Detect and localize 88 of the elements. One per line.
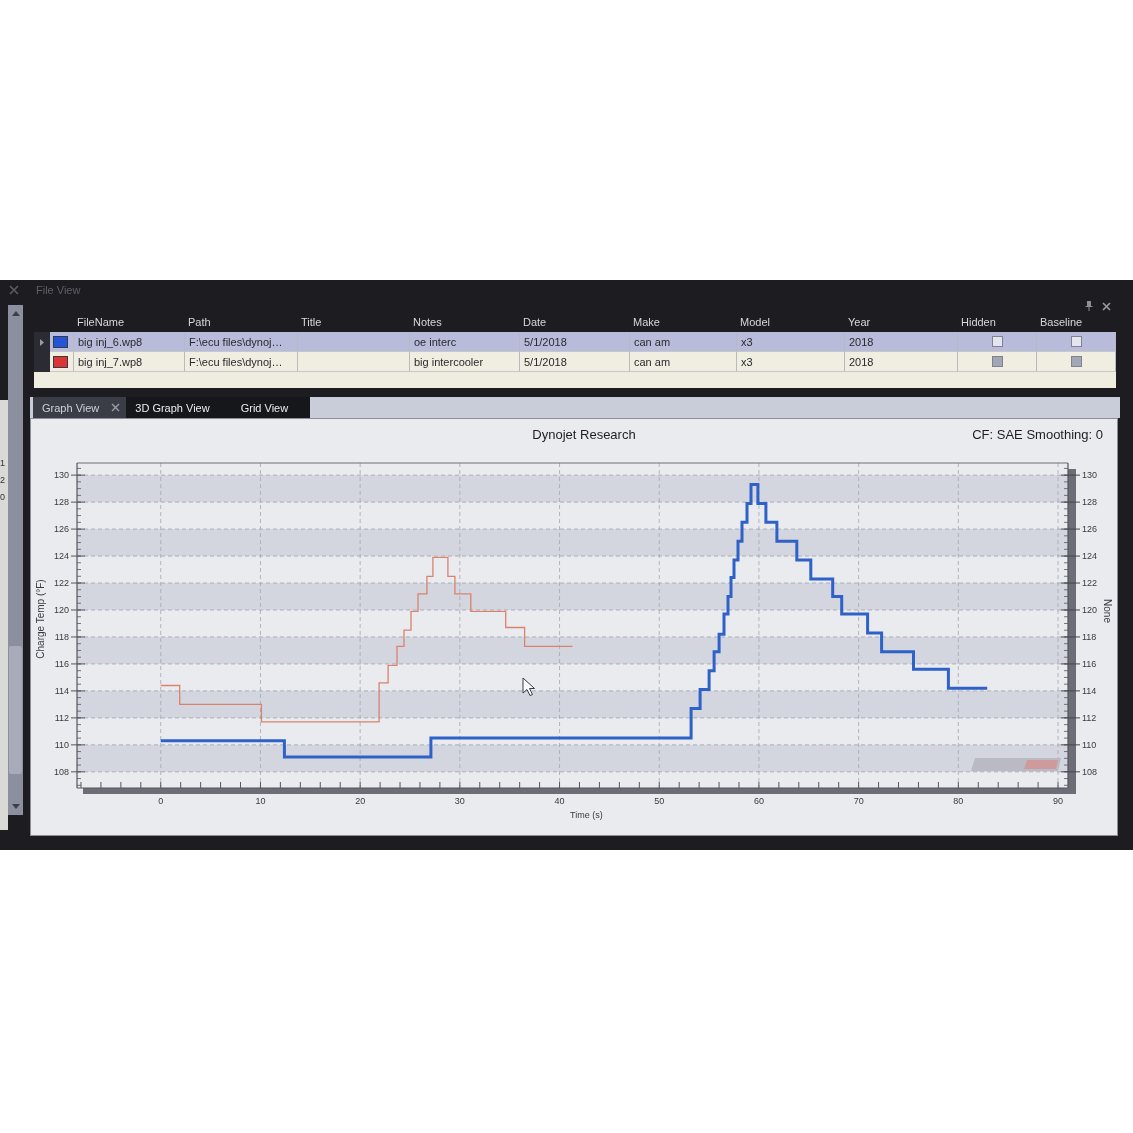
column-header[interactable]: Hidden [958,316,1037,328]
close-icon[interactable] [1102,301,1111,311]
row-header[interactable] [34,332,50,352]
panel-text: 0 [0,491,6,504]
table-cell: x3 [741,355,753,368]
pin-icon[interactable] [1085,301,1093,311]
axis-tick-label: 10 [255,796,266,806]
axis-tick-label: 20 [355,796,366,806]
axis-title: Time (s) [570,810,603,820]
axis-tick-label: 0 [158,796,164,806]
scrollbar-thumb[interactable] [9,646,22,774]
axis-tick-label: 120 [1082,605,1098,615]
table-cell: big intercooler [414,355,484,368]
mouse-pointer-icon [522,677,535,696]
axis-tick-label: 130 [53,470,69,481]
scroll-down-icon[interactable] [11,804,20,809]
column-header[interactable]: Model [737,316,845,328]
close-icon[interactable] [111,403,121,412]
column-header[interactable]: Notes [410,316,520,328]
axis-tick-label: 128 [53,497,69,508]
axis-tick-label: 90 [1053,796,1064,806]
table-cell: 5/1/2018 [524,335,567,348]
baseline-checkbox[interactable] [1070,336,1082,347]
axis-tick-label: 116 [54,658,69,669]
axis-tick-label: 114 [1082,685,1097,696]
axis-tick-label: 128 [1082,497,1098,508]
axis-tick-label: 118 [1082,631,1097,642]
axis-tick-label: 50 [654,796,665,806]
table-cell: oe interc [414,335,457,348]
column-header[interactable]: Date [520,316,630,328]
tab[interactable]: 3D Graph View [126,397,232,418]
axis-tick-label: 108 [53,766,69,777]
table-cell: big inj_6.wp8 [78,335,143,348]
axis-tick-label: 124 [53,551,69,562]
column-header[interactable]: Baseline [1037,316,1116,328]
axis-tick-label: 122 [1082,578,1098,588]
table-cell: 5/1/2018 [524,355,567,368]
axis-tick-label: 30 [454,796,465,806]
axis-tick-label: 60 [753,796,764,806]
axis-tick-label: 112 [54,712,69,723]
axis-tick-label: 116 [1082,658,1097,669]
axis-tick-label: 126 [1082,524,1098,535]
table-row[interactable]: big inj_7.wp8 F:\ecu files\dynoj… big intercooler 5/1/2018 can am x3 2018 [34,352,1116,372]
hidden-checkbox[interactable] [991,356,1003,367]
table-cell: F:\ecu files\dynoj… [189,335,283,348]
tab[interactable]: Graph View [33,397,127,418]
chart-settings-text: CF: SAE Smoothing: 0 [972,426,1103,442]
axis-title: None [1102,599,1113,623]
hidden-checkbox[interactable] [991,336,1003,347]
table-cell: F:\ecu files\dynoj… [189,355,283,368]
axis-tick-label: 120 [53,605,69,615]
table-cell: big inj_7.wp8 [78,355,143,368]
axis-tick-label: 110 [1082,739,1097,750]
panel-text: 1 [0,457,6,470]
baseline-checkbox[interactable] [1070,356,1082,367]
axis-tick-label: 108 [1082,766,1098,777]
axis-tick-label: 70 [853,796,864,806]
axis-tick-label: 80 [953,796,964,806]
column-header[interactable]: FileName [74,316,185,328]
window-title: File View [36,284,81,296]
axis-tick-label: 124 [1082,551,1098,562]
close-icon[interactable] [9,285,19,295]
axis-tick-label: 114 [54,685,69,696]
logo-icon [971,758,1061,771]
axis-tick-label: 40 [554,796,565,806]
table-cell: can am [634,335,671,348]
axis-tick-label: 112 [1082,712,1097,723]
axis-title: Charge Temp (°F) [35,579,46,659]
axis-tick-label: 110 [54,739,69,750]
table-cell: 2018 [849,355,874,368]
axis-tick-label: 118 [54,631,69,642]
column-header[interactable]: Title [298,316,410,328]
column-header[interactable]: Make [630,316,737,328]
panel-text: 2 [0,474,6,487]
chart-title: Dynojet Research [532,426,636,442]
tab[interactable]: Grid View [231,397,311,418]
table-cell: 2018 [849,335,874,348]
scroll-up-icon[interactable] [11,311,20,316]
axis-tick-label: 122 [53,578,69,588]
axis-tick-label: 130 [1082,470,1098,481]
row-pointer-icon [40,338,44,346]
column-header[interactable]: Year [845,316,958,328]
axis-tick-label: 126 [53,524,69,535]
table-cell: x3 [741,335,753,348]
scrollbar[interactable] [8,305,23,815]
table-row[interactable]: big inj_6.wp8 F:\ecu files\dynoj… oe interc 5/1/2018 can am x3 2018 [34,332,1116,352]
table-cell: can am [634,355,671,368]
column-header[interactable]: Path [185,316,298,328]
